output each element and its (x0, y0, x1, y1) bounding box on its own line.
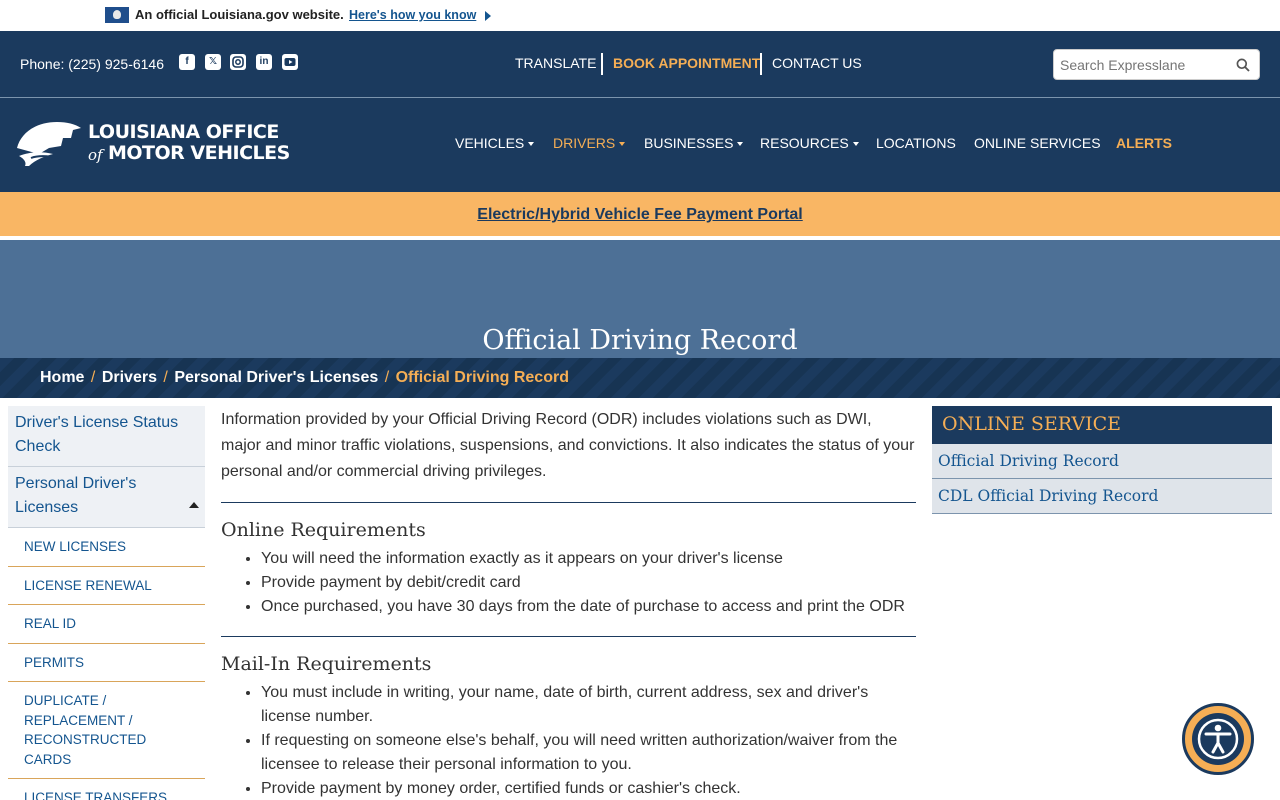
search-input[interactable] (1060, 55, 1230, 75)
logo-line1: LOUISIANA OFFICE (88, 121, 279, 143)
nav-drivers-label: DRIVERS (553, 135, 616, 151)
divider (221, 636, 916, 637)
breadcrumb-current: Official Driving Record (395, 369, 569, 386)
intro-paragraph: Information provided by your Official Dr… (221, 411, 915, 480)
linkedin-icon[interactable]: in (256, 54, 272, 70)
page-title: Official Driving Record (482, 325, 798, 356)
nav-vehicles-label: VEHICLES (455, 135, 525, 151)
list-item: You must include in writing, your name, … (261, 681, 916, 729)
mail-in-requirements-heading: Mail-In Requirements (221, 653, 432, 675)
logo-line2: MOTOR VEHICLES (108, 142, 290, 164)
accessibility-icon (1192, 713, 1244, 765)
breadcrumb-home[interactable]: Home (40, 369, 84, 386)
sidebar-item-label: Personal Driver's Licenses (15, 475, 137, 516)
heres-how-you-know-link[interactable]: Here's how you know (349, 8, 476, 22)
divider (760, 53, 762, 75)
caret-down-icon (619, 142, 626, 147)
page-hero: Official Driving Record (0, 240, 1280, 358)
online-requirements-list: You will need the information exactly as… (221, 547, 916, 619)
breadcrumb-separator: / (384, 369, 390, 386)
nav-drivers[interactable]: DRIVERS (553, 135, 626, 151)
online-service-panel: ONLINE SERVICE Official Driving Record C… (932, 406, 1272, 514)
caret-up-icon[interactable] (189, 502, 199, 508)
translate-link[interactable]: TRANSLATE (515, 55, 596, 71)
nav-businesses[interactable]: BUSINESSES (644, 135, 744, 151)
nav-locations[interactable]: LOCATIONS (876, 135, 956, 151)
official-driving-record-link[interactable]: Official Driving Record (932, 444, 1272, 479)
caret-down-icon (528, 142, 535, 147)
list-item: Provide payment by money order, certifie… (261, 777, 916, 800)
omv-logo[interactable]: LOUISIANA OFFICE of MOTOR VEHICLES (15, 118, 290, 172)
caret-down-icon (737, 142, 744, 147)
sidebar-item-personal-licenses[interactable]: Personal Driver's Licenses (8, 467, 205, 528)
sidebar-subitem-license-renewal[interactable]: LICENSE RENEWAL (8, 567, 205, 605)
nav-online-services[interactable]: ONLINE SERVICES (974, 135, 1101, 151)
cdl-driving-record-link[interactable]: CDL Official Driving Record (932, 479, 1272, 514)
sidebar-subitem-permits[interactable]: PERMITS (8, 644, 205, 682)
sidebar-subitem-duplicate-cards[interactable]: DUPLICATE / REPLACEMENT / RECONSTRUCTED … (8, 682, 205, 779)
main-navigation: LOUISIANA OFFICE of MOTOR VEHICLES VEHIC… (0, 98, 1280, 192)
list-item: Provide payment by debit/credit card (261, 571, 916, 595)
breadcrumb-separator: / (163, 369, 168, 386)
logo-of: of (88, 146, 103, 164)
breadcrumb-drivers[interactable]: Drivers (102, 369, 157, 386)
louisiana-logo-icon (17, 122, 81, 166)
ev-fee-portal-link[interactable]: Electric/Hybrid Vehicle Fee Payment Port… (0, 206, 1280, 224)
facebook-icon[interactable]: f (179, 54, 195, 70)
youtube-icon[interactable] (282, 54, 298, 70)
accessibility-button[interactable] (1182, 703, 1254, 775)
panel-heading: ONLINE SERVICE (932, 406, 1272, 444)
main-content: Information provided by your Official Dr… (221, 406, 916, 800)
utility-bar: Phone: (225) 925-6146 f 𝕏 in TRANSLATE B… (0, 31, 1280, 98)
phone-number: Phone: (225) 925-6146 (20, 56, 164, 72)
divider (601, 53, 603, 75)
divider (221, 502, 916, 503)
list-item: You will need the information exactly as… (261, 547, 916, 571)
mail-in-requirements-list: You must include in writing, your name, … (221, 681, 916, 800)
sidebar-subitem-license-transfers[interactable]: LICENSE TRANSFERS (8, 779, 205, 800)
breadcrumb-personal-licenses[interactable]: Personal Driver's Licenses (174, 369, 378, 386)
breadcrumb-separator: / (90, 369, 96, 386)
sidebar-item-status-check[interactable]: Driver's License Status Check (8, 406, 205, 467)
book-appointment-link[interactable]: BOOK APPOINTMENT (613, 55, 760, 71)
caret-right-icon (485, 11, 491, 21)
x-icon[interactable]: 𝕏 (205, 54, 221, 70)
instagram-icon[interactable] (230, 54, 246, 70)
official-site-text: An official Louisiana.gov website. (135, 7, 344, 22)
nav-alerts[interactable]: ALERTS (1116, 135, 1172, 151)
nav-resources[interactable]: RESOURCES (760, 135, 859, 151)
nav-vehicles[interactable]: VEHICLES (455, 135, 535, 151)
list-item: Once purchased, you have 30 days from th… (261, 595, 916, 619)
contact-us-link[interactable]: CONTACT US (772, 55, 862, 71)
nav-businesses-label: BUSINESSES (644, 135, 734, 151)
nav-resources-label: RESOURCES (760, 135, 849, 151)
sidebar-subitem-real-id[interactable]: REAL ID (8, 605, 205, 644)
search-box (1053, 49, 1260, 80)
caret-down-icon (852, 142, 859, 147)
list-item: If requesting on someone else's behalf, … (261, 729, 916, 777)
breadcrumb: Home / Drivers / Personal Driver's Licen… (0, 358, 1280, 398)
official-gov-banner: An official Louisiana.gov website. Here'… (0, 0, 1280, 31)
sidebar: Driver's License Status Check Personal D… (8, 406, 205, 800)
sidebar-subitem-new-licenses[interactable]: NEW LICENSES (8, 528, 205, 567)
louisiana-flag-icon (105, 7, 129, 23)
search-icon[interactable] (1236, 58, 1250, 72)
online-requirements-heading: Online Requirements (221, 519, 426, 541)
alert-strip: Electric/Hybrid Vehicle Fee Payment Port… (0, 192, 1280, 236)
